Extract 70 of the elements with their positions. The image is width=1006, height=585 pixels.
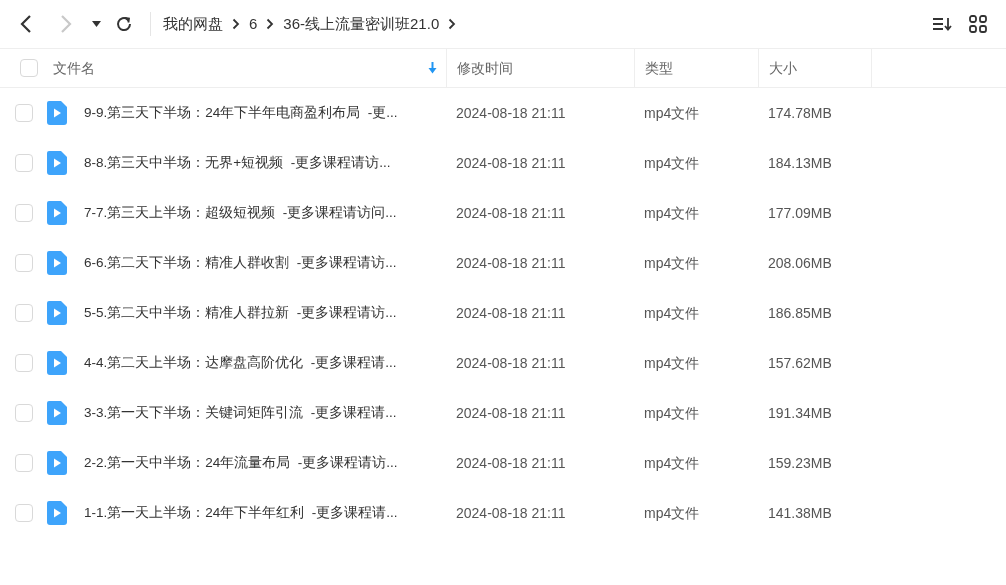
file-size: 186.85MB [768,304,832,321]
video-file-icon [47,351,67,375]
video-file-icon [47,201,67,225]
file-name[interactable]: 5-5.第二天中半场：精准人群拉新 -更多课程请访... [84,302,397,324]
row-checkbox[interactable] [15,154,33,172]
row-checkbox[interactable] [15,104,33,122]
modified-time: 2024-08-18 21:11 [456,304,566,321]
row-checkbox[interactable] [15,504,33,522]
modified-time: 2024-08-18 21:11 [456,254,566,271]
file-type: mp4文件 [644,104,700,121]
video-file-icon [47,151,67,175]
file-type: mp4文件 [644,304,700,321]
row-checkbox[interactable] [15,354,33,372]
row-checkbox[interactable] [15,404,33,422]
sort-down-icon[interactable] [428,62,437,74]
video-file-icon [47,401,67,425]
file-type: mp4文件 [644,454,700,471]
file-size: 191.34MB [768,404,832,421]
modified-time: 2024-08-18 21:11 [456,104,566,121]
file-type: mp4文件 [644,254,700,271]
column-header[interactable]: 类型 [645,57,673,79]
column-header[interactable]: 大小 [769,57,797,79]
file-type: mp4文件 [644,154,700,171]
file-size: 159.23MB [768,454,832,471]
modified-time: 2024-08-18 21:11 [456,154,566,171]
modified-time: 2024-08-18 21:11 [456,504,566,521]
file-name[interactable]: 9-9.第三天下半场：24年下半年电商盈利布局 -更... [84,102,398,124]
chevron-right-icon [60,14,72,34]
chevron-right-icon [266,18,275,30]
row-checkbox[interactable] [15,454,33,472]
chevron-right-icon [232,18,240,30]
modified-time: 2024-08-18 21:11 [456,454,566,471]
breadcrumb-link[interactable]: 我的网盘 [163,12,223,36]
file-name[interactable]: 1-1.第一天上半场：24年下半年红利 -更多课程请... [84,502,398,524]
chevron-right-icon [448,18,457,30]
video-file-icon [47,101,67,125]
file-size: 208.06MB [768,254,832,271]
file-name[interactable]: 3-3.第一天下半场：关键词矩阵引流 -更多课程请... [84,402,397,424]
modified-time: 2024-08-18 21:11 [456,204,566,221]
chevron-left-icon [20,14,32,34]
row-checkbox[interactable] [15,204,33,222]
file-size: 141.38MB [768,504,832,521]
column-header[interactable]: 文件名 [53,57,95,79]
file-name[interactable]: 6-6.第二天下半场：精准人群收割 -更多课程请访... [84,252,397,274]
select-all-checkbox[interactable] [20,59,38,77]
video-file-icon [47,301,67,325]
file-size: 157.62MB [768,354,832,371]
video-file-icon [47,501,67,525]
file-size: 174.78MB [768,104,832,121]
file-type: mp4文件 [644,204,700,221]
modified-time: 2024-08-18 21:11 [456,404,566,421]
column-header[interactable]: 修改时间 [457,57,513,79]
row-checkbox[interactable] [15,254,33,272]
file-type: mp4文件 [644,354,700,371]
video-file-icon [47,251,67,275]
video-file-icon [47,451,67,475]
file-type: mp4文件 [644,404,700,421]
breadcrumb-link[interactable]: 6 [249,12,258,36]
file-name[interactable]: 8-8.第三天中半场：无界+短视频 -更多课程请访... [84,152,391,174]
file-type: mp4文件 [644,504,700,521]
file-name[interactable]: 7-7.第三天上半场：超级短视频 -更多课程请访问... [84,202,397,224]
breadcrumb-link[interactable]: 36-线上流量密训班21.0 [283,12,440,36]
grid-view-icon[interactable] [966,12,990,36]
file-size: 184.13MB [768,154,832,171]
refresh-icon[interactable] [114,14,134,34]
file-name[interactable]: 4-4.第二天上半场：达摩盘高阶优化 -更多课程请... [84,352,397,374]
file-size: 177.09MB [768,204,832,221]
file-name[interactable]: 2-2.第一天中半场：24年流量布局 -更多课程请访... [84,452,398,474]
row-checkbox[interactable] [15,304,33,322]
modified-time: 2024-08-18 21:11 [456,354,566,371]
